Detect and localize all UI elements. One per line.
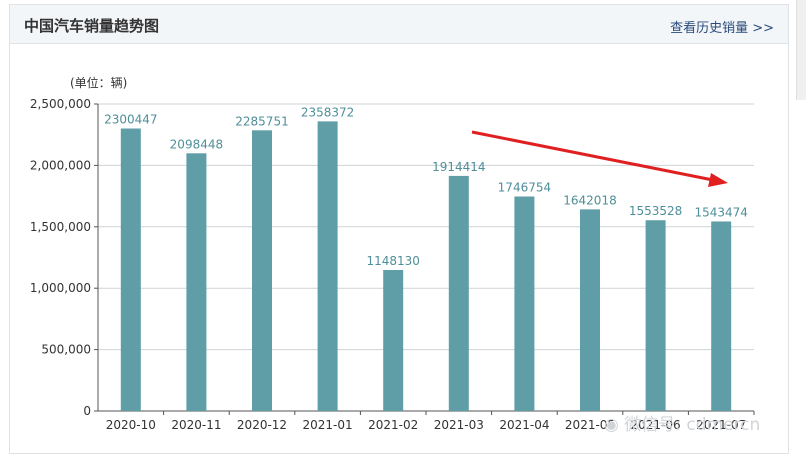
y-tick-label: 2,500,000 [30,97,91,111]
x-tick-label: 2020-11 [171,418,221,432]
bar-value-label: 2098448 [170,137,223,151]
y-tick-label: 0 [83,404,91,418]
bar [252,130,272,411]
bar-value-label: 1642018 [563,193,616,207]
bar [186,153,207,411]
watermark-text: 微信号: cdmercn [624,415,761,435]
y-tick-label: 1,000,000 [30,281,91,295]
wechat-icon: ◉ [604,415,619,435]
bar [317,121,338,412]
x-tick-label: 2020-10 [106,418,156,432]
bar [645,220,666,411]
trend-arrow-line [471,130,717,183]
bar [514,196,535,411]
bar-value-label: 1148130 [366,254,419,268]
bar [448,175,469,411]
trend-arrow-head [708,173,728,187]
y-tick-label: 2,000,000 [30,158,91,172]
unit-label: (单位：辆) [70,75,127,90]
bar [580,209,600,411]
bar-value-label: 1543474 [694,205,747,219]
bar [383,270,404,411]
bar-value-label: 2285751 [235,114,288,128]
x-tick-label: 2021-04 [499,418,549,432]
y-tick-label: 500,000 [41,343,91,357]
y-tick-label: 1,500,000 [30,220,91,234]
bar-value-label: 2358372 [301,105,354,119]
x-tick-label: 2020-12 [237,418,287,432]
bar-value-label: 1746754 [498,180,551,194]
x-tick-label: 2021-02 [368,418,418,432]
bar [711,221,732,411]
bar-value-label: 1914414 [432,160,485,174]
bar-chart: (单位：辆) 0 500,000 1,000,000 1,500,000 2,000,00… [30,75,755,432]
bar [120,128,141,411]
bar-value-label: 1553528 [629,204,682,218]
x-tick-label: 2021-03 [434,418,484,432]
bar-value-label: 2300447 [104,113,157,127]
wechat-watermark: ◉ 微信号: cdmercn [604,410,760,435]
x-tick-label: 2021-01 [303,418,353,432]
